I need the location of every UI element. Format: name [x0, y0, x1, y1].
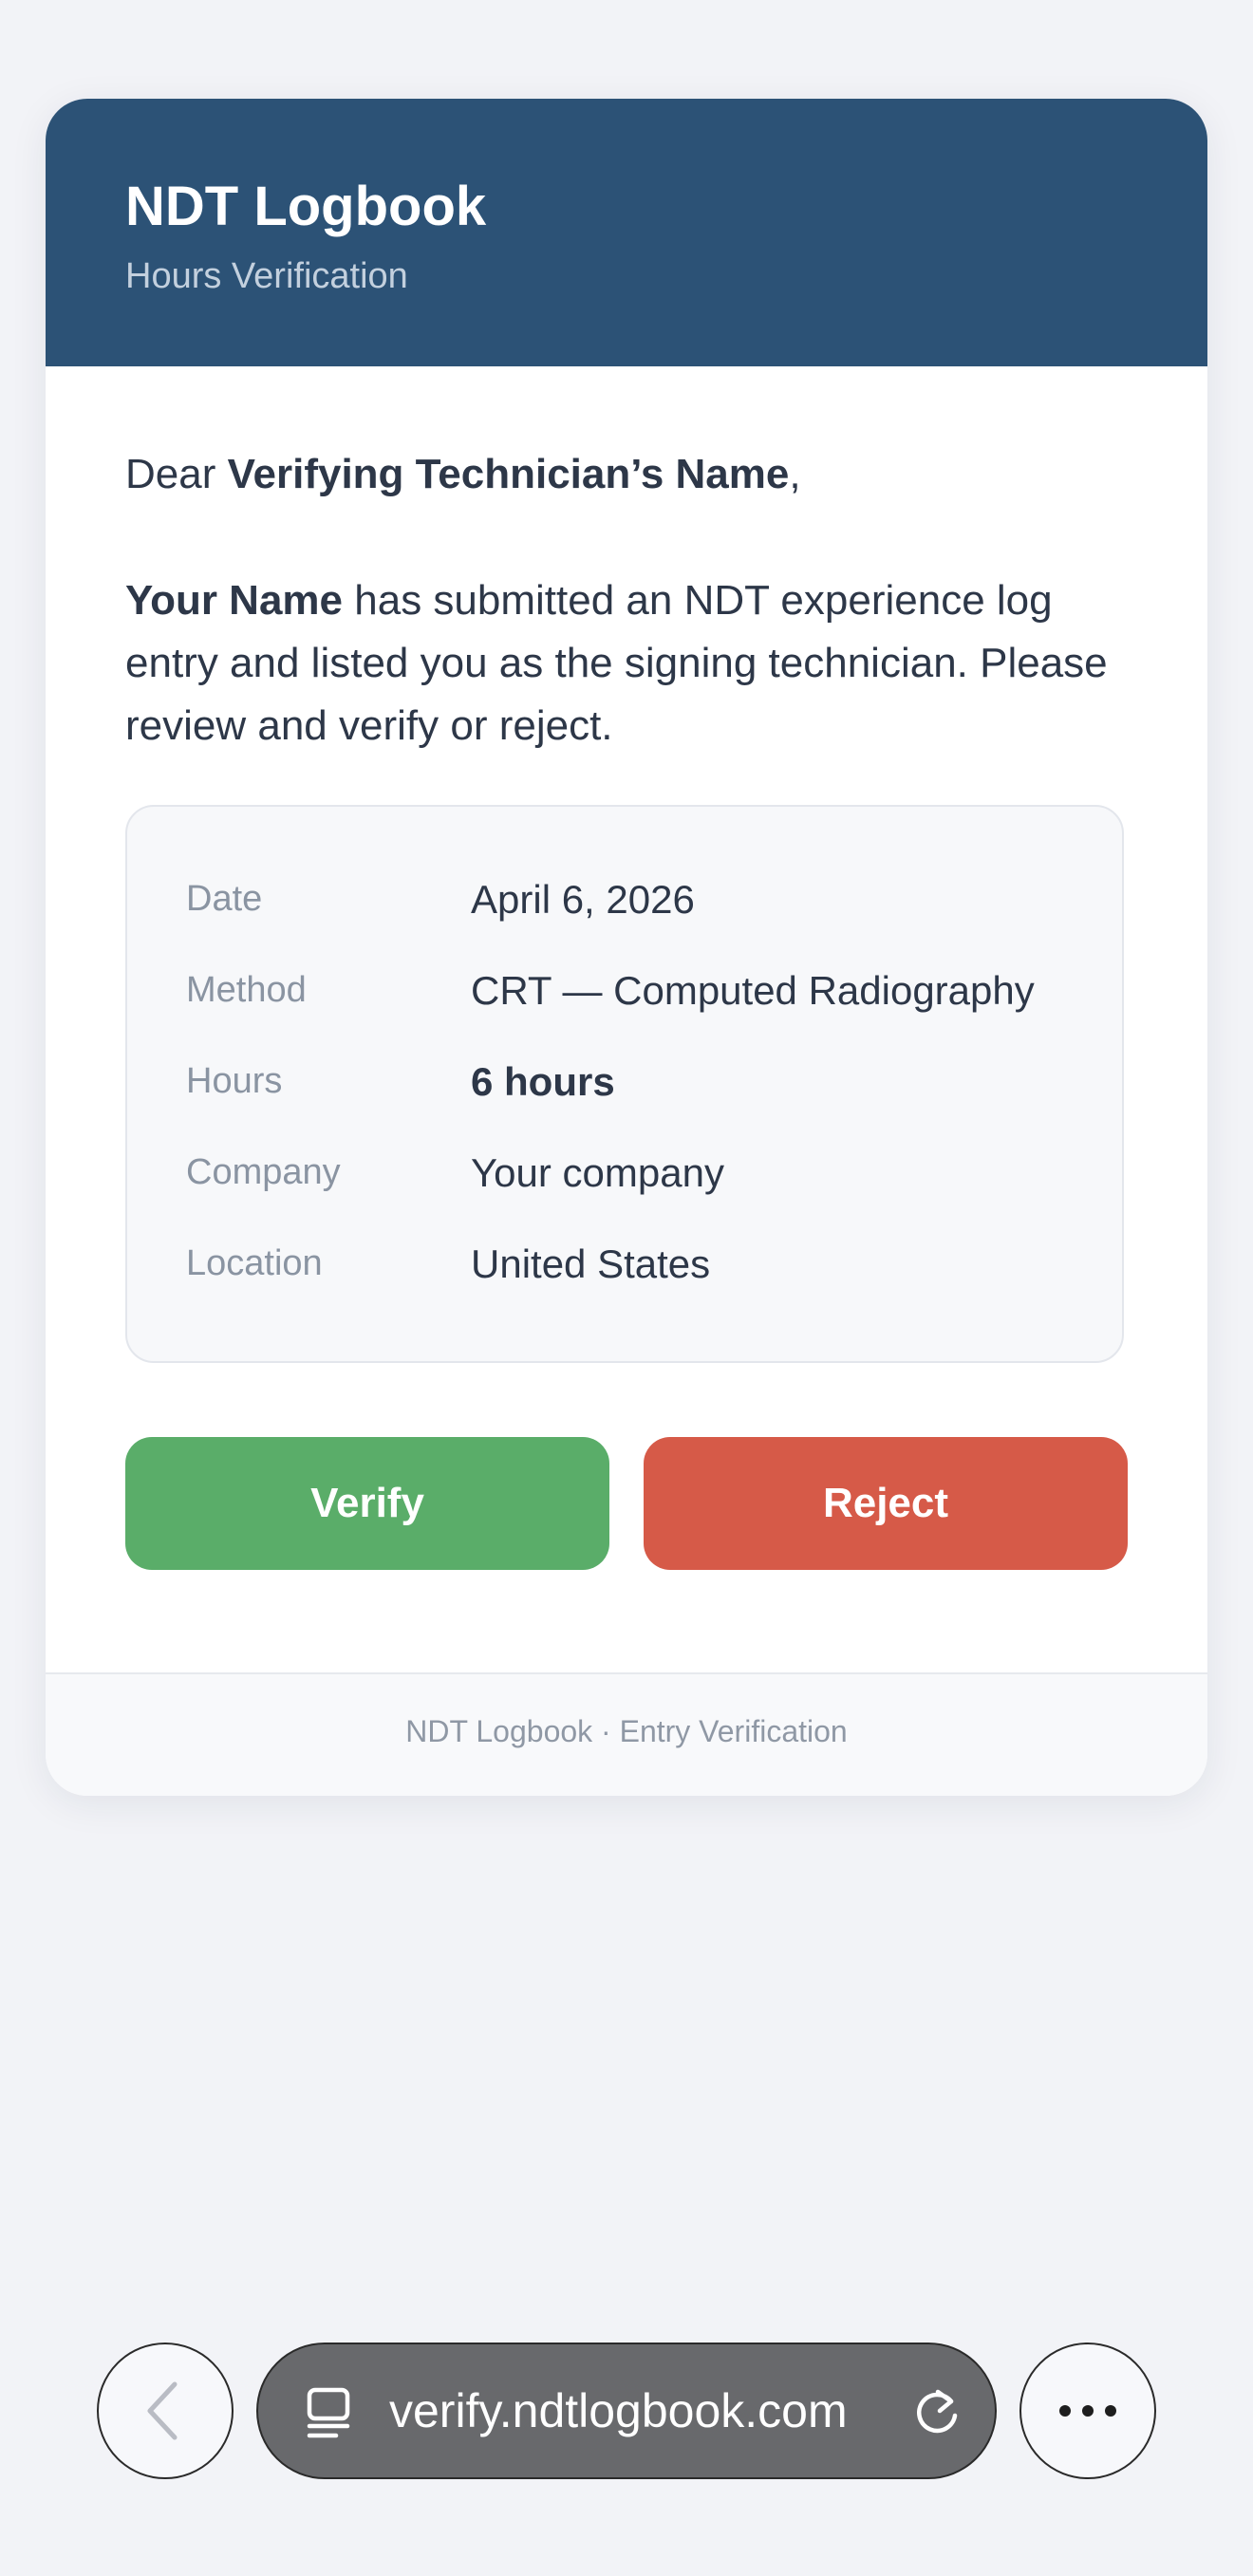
- reject-button[interactable]: Reject: [644, 1437, 1128, 1570]
- detail-value: 6 hours: [471, 1059, 615, 1104]
- back-button[interactable]: [97, 2343, 234, 2479]
- greeting-prefix: Dear: [125, 451, 228, 497]
- detail-label: Method: [186, 970, 307, 1010]
- url-text[interactable]: verify.ndtlogbook.com: [389, 2382, 848, 2439]
- app-subtitle: Hours Verification: [125, 256, 408, 296]
- detail-row-hours: Hours 6 hours: [186, 1054, 1097, 1120]
- detail-value: CRT — Computed Radiography: [471, 968, 1035, 1013]
- back-icon: [147, 2381, 178, 2440]
- detail-label: Date: [186, 879, 263, 919]
- reload-icon[interactable]: [909, 2384, 964, 2439]
- detail-label: Company: [186, 1152, 341, 1192]
- detail-row-company: Company Your company: [186, 1145, 1097, 1211]
- greeting-suffix: ,: [789, 451, 801, 497]
- detail-value: April 6, 2026: [471, 877, 695, 922]
- entry-details-panel: Date April 6, 2026 Method CRT — Computed…: [125, 805, 1124, 1363]
- app-title: NDT Logbook: [125, 176, 487, 237]
- detail-row-location: Location United States: [186, 1236, 1097, 1302]
- detail-row-method: Method CRT — Computed Radiography: [186, 962, 1097, 1029]
- verification-card: NDT Logbook Hours Verification Dear Veri…: [46, 99, 1207, 1796]
- tabs-icon[interactable]: [304, 2386, 357, 2439]
- more-icon: [1059, 2405, 1116, 2417]
- submitter-name: Your Name: [125, 577, 344, 624]
- card-footer: NDT Logbook · Entry Verification: [46, 1672, 1207, 1796]
- detail-label: Location: [186, 1243, 323, 1283]
- detail-value: Your company: [471, 1150, 724, 1195]
- detail-row-date: Date April 6, 2026: [186, 871, 1097, 938]
- detail-value: United States: [471, 1241, 711, 1286]
- verifier-name: Verifying Technician’s Name: [227, 451, 790, 497]
- address-bar[interactable]: verify.ndtlogbook.com: [256, 2343, 997, 2479]
- card-header: NDT Logbook Hours Verification: [46, 99, 1207, 366]
- request-message: Your Name has submitted an NDT experienc…: [125, 569, 1131, 757]
- footer-text: NDT Logbook · Entry Verification: [405, 1714, 848, 1748]
- greeting: Dear Verifying Technician’s Name,: [125, 444, 801, 505]
- verify-button[interactable]: Verify: [125, 1437, 609, 1570]
- more-button[interactable]: [1019, 2343, 1156, 2479]
- detail-label: Hours: [186, 1061, 283, 1101]
